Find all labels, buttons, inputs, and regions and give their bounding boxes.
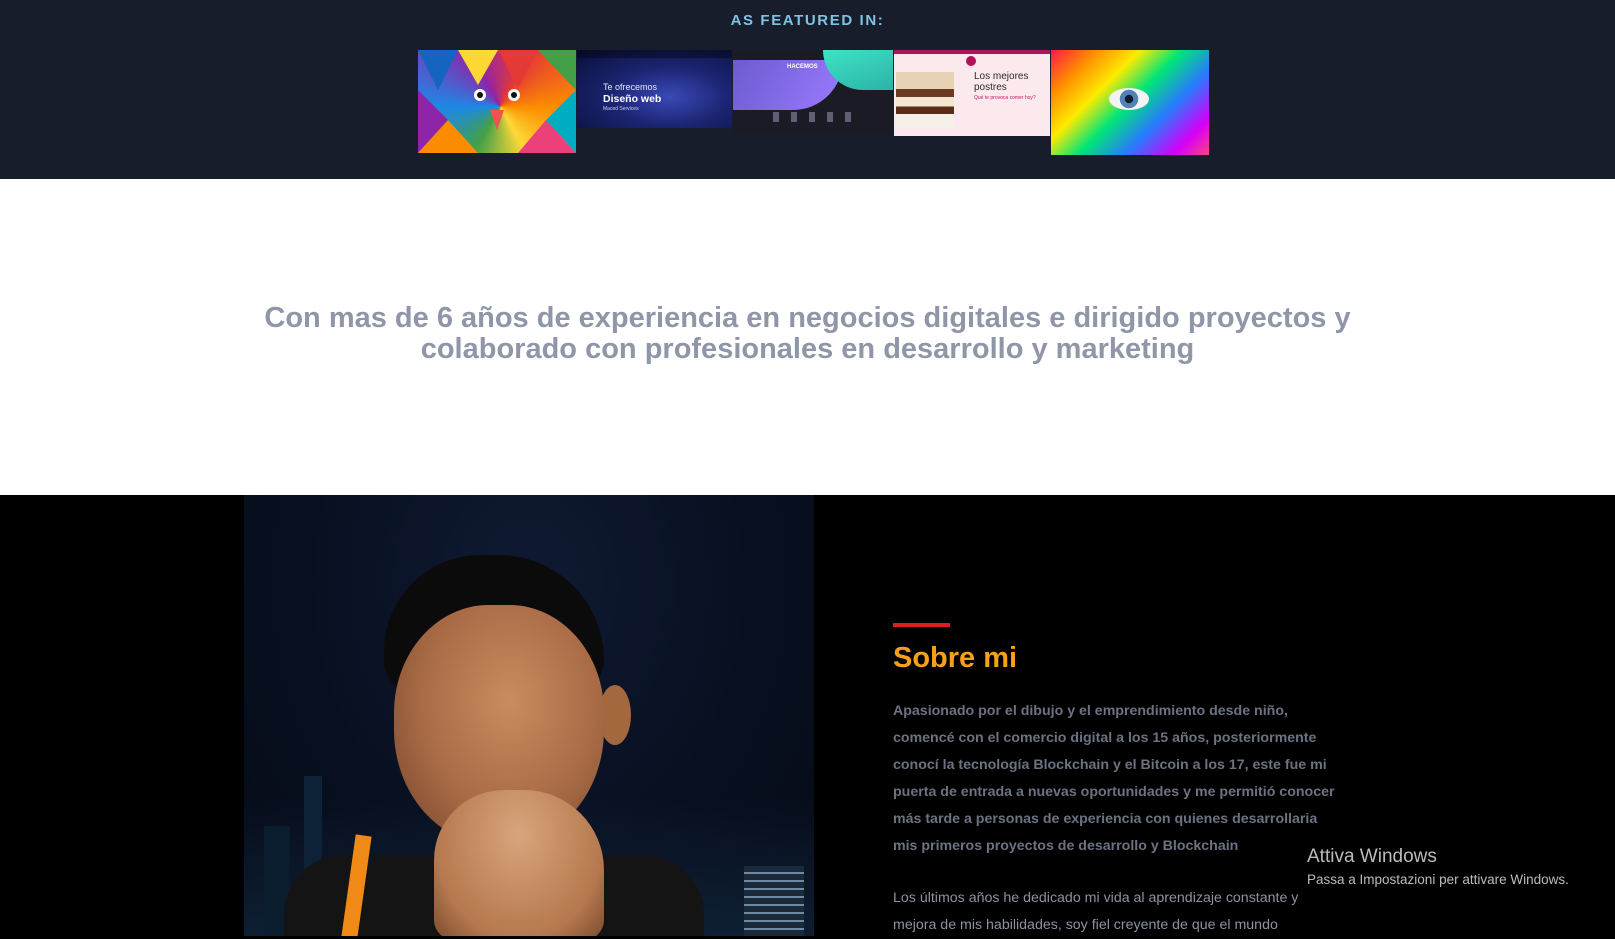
watermark-subtitle: Passa a Impostazioni per attivare Window… (1307, 872, 1569, 887)
experience-section: Con mas de 6 años de experiencia en nego… (0, 179, 1615, 495)
thumb-caption: Los mejores (974, 71, 1029, 82)
thumb-caption: Qué te provoca comer hoy? (974, 95, 1036, 101)
thumb-logo-icon (966, 56, 976, 66)
featured-title: AS FEATURED IN: (730, 12, 885, 29)
windows-activation-watermark: Attiva Windows Passa a Impostazioni per … (1307, 846, 1569, 887)
about-title: Sobre mi (893, 642, 1018, 674)
featured-thumb-rainbow-face[interactable] (1051, 50, 1209, 155)
featured-thumb-web-design[interactable]: Te ofrecemos Diseño web Maced Services (577, 50, 732, 128)
eye-graphic (1109, 88, 1149, 110)
thumb-caption: Diseño web (603, 93, 662, 105)
about-paragraph: Apasionado por el dibujo y el emprendimi… (893, 703, 1335, 854)
profile-photo (244, 495, 814, 936)
thumb-nav-bar (577, 50, 732, 58)
watermark-title: Attiva Windows (1307, 846, 1437, 867)
featured-section: AS FEATURED IN: Te ofrecemos Diseño web … (0, 0, 1615, 179)
featured-thumb-hacemos[interactable]: HACEMOS (733, 50, 893, 134)
featured-thumb-postres[interactable]: Los mejores postres Qué te provoca comer… (894, 50, 1050, 136)
thumb-top-bar (894, 50, 1050, 54)
mural-graphic (418, 50, 576, 153)
featured-thumb-mural[interactable] (418, 50, 576, 153)
about-paragraph: Los últimos años he dedicado mi vida al … (893, 890, 1299, 933)
experience-headline: Con mas de 6 años de experiencia en nego… (264, 302, 1351, 365)
section-divider (893, 623, 950, 627)
thumb-caption: Te ofrecemos (603, 82, 658, 92)
thumb-caption: HACEMOS (787, 64, 818, 70)
photo-hand (434, 790, 604, 936)
thumb-caption: Maced Services (603, 106, 639, 112)
photo-building (744, 866, 804, 936)
thumb-icon-row (773, 112, 863, 122)
thumb-caption: postres (974, 82, 1007, 93)
thumb-cake-image (896, 72, 954, 128)
